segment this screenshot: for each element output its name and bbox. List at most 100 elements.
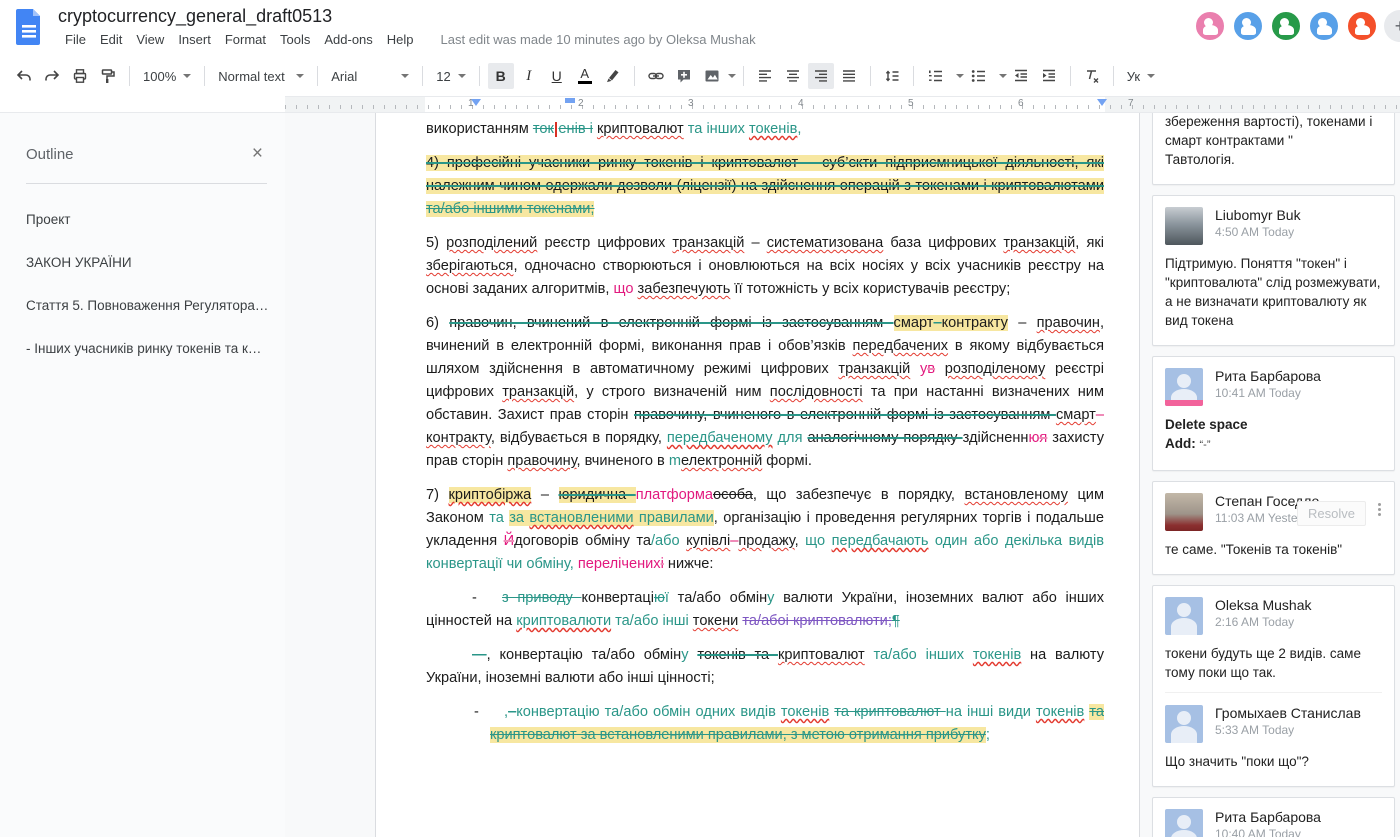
chevron-down-icon[interactable]	[956, 74, 964, 78]
bold-button[interactable]: B	[488, 63, 514, 89]
comment-timestamp: 5:33 AM Today	[1215, 722, 1361, 738]
zoom-select[interactable]: 100%	[137, 63, 197, 89]
collaborator-avatars: +	[1184, 10, 1400, 42]
document-body[interactable]: використанням токенів і криптовалют та і…	[375, 113, 1140, 837]
collaborator-avatar-dolphin[interactable]	[1308, 10, 1340, 42]
paragraph[interactable]: -з приводу конвертаціюї та/або обміну ва…	[426, 587, 1104, 633]
document-title[interactable]: cryptocurrency_general_draft0513	[58, 5, 756, 27]
comment-text: Delete space Add: “-”	[1165, 415, 1382, 455]
insert-comment-button[interactable]	[671, 63, 697, 89]
clear-formatting-button[interactable]	[1079, 63, 1105, 89]
redo-button[interactable]	[39, 63, 65, 89]
comments-panel: збереження вартості), токенами і смарт к…	[1147, 113, 1400, 837]
comment-author: Громыхаев Станислав	[1215, 705, 1361, 722]
menu-bar: File Edit View Insert Format Tools Add-o…	[58, 29, 756, 50]
kebab-menu-icon[interactable]	[1378, 503, 1381, 506]
avatar	[1165, 493, 1203, 531]
paragraph[interactable]: 7) криптобіржа – юридична платформаособа…	[426, 484, 1104, 576]
line-spacing-button[interactable]	[879, 63, 905, 89]
comment-timestamp: 2:16 AM Today	[1215, 614, 1311, 630]
input-language-select[interactable]: Ук	[1121, 63, 1161, 89]
paragraph[interactable]: використанням токенів і криптовалют та і…	[426, 118, 1104, 141]
paragraph[interactable]: -,–конвертацію та/або обмін одних видів …	[490, 701, 1104, 747]
first-line-indent-marker[interactable]	[565, 98, 575, 103]
chevron-down-icon	[458, 74, 466, 78]
comment-timestamp: 4:50 AM Today	[1215, 224, 1301, 240]
outline-title: Outline	[26, 146, 74, 163]
outline-item-zakon[interactable]: ЗАКОН УКРАЇНИ	[26, 241, 267, 284]
print-button[interactable]	[67, 63, 93, 89]
comment-author: Рита Барбарова	[1215, 368, 1321, 385]
outline-item-inshyh[interactable]: - Інших учасників ринку токенів та к…	[26, 327, 267, 370]
menu-file[interactable]: File	[58, 29, 93, 50]
comment-timestamp: 10:41 AM Today	[1215, 385, 1321, 401]
font-family-select[interactable]: Arial	[325, 63, 415, 89]
ruler[interactable]: 1234567	[285, 96, 1400, 112]
bulleted-list-button[interactable]	[965, 63, 991, 89]
paragraph[interactable]: 4) професійні учасники ринку токенів і к…	[426, 152, 1104, 221]
align-center-button[interactable]	[780, 63, 806, 89]
menu-insert[interactable]: Insert	[171, 29, 218, 50]
document-canvas: використанням токенів і криптовалют та і…	[285, 113, 1147, 837]
comment-author: Рита Барбарова	[1215, 809, 1321, 826]
decrease-indent-button[interactable]	[1008, 63, 1034, 89]
outline-item-stattia5[interactable]: Стаття 5. Повноваження Регулятора…	[26, 284, 267, 327]
menu-help[interactable]: Help	[380, 29, 421, 50]
paragraph[interactable]: —, конвертацію та/або обміну токенів та …	[426, 644, 1104, 690]
comment-text: Що значить "поки що"?	[1165, 752, 1382, 771]
avatar	[1165, 597, 1203, 635]
undo-button[interactable]	[11, 63, 37, 89]
right-indent-marker[interactable]	[1097, 99, 1107, 106]
last-edit-status[interactable]: Last edit was made 10 minutes ago by Ole…	[441, 32, 756, 47]
outline-item-proekt[interactable]: Проект	[26, 198, 267, 241]
collaborator-avatar-duck[interactable]	[1346, 10, 1378, 42]
chevron-down-icon	[1147, 74, 1155, 78]
avatar	[1165, 809, 1203, 837]
comment-text: збереження вартості), токенами і смарт к…	[1165, 113, 1382, 169]
comment-text: Підтримую. Поняття "токен" і "криптовалю…	[1165, 254, 1382, 330]
numbered-list-button[interactable]	[922, 63, 948, 89]
app-header: cryptocurrency_general_draft0513 File Ed…	[0, 0, 1400, 56]
menu-format[interactable]: Format	[218, 29, 273, 50]
comment-author: Oleksa Mushak	[1215, 597, 1311, 614]
chevron-down-icon	[296, 74, 304, 78]
justify-button[interactable]	[836, 63, 862, 89]
paragraph-style-select[interactable]: Normal text	[212, 63, 310, 89]
collaborator-avatar-bird[interactable]	[1270, 10, 1302, 42]
comment-card[interactable]: Рита Барбарова10:40 AM TodayReplace: “ї”…	[1152, 797, 1395, 837]
comment-card[interactable]: Liubomyr Buk4:50 AM TodayПідтримую. Поня…	[1152, 195, 1395, 346]
avatar	[1165, 368, 1203, 406]
chevron-down-icon[interactable]	[728, 74, 736, 78]
comment-card[interactable]: Степан Госедло11:03 AM YesterdayResolveт…	[1152, 481, 1395, 575]
comment-card[interactable]: Oleksa Mushak2:16 AM Todayтокени будуть …	[1152, 585, 1395, 787]
chevron-down-icon[interactable]	[999, 74, 1007, 78]
increase-indent-button[interactable]	[1036, 63, 1062, 89]
insert-image-button[interactable]	[699, 63, 725, 89]
text-color-button[interactable]: A	[572, 63, 598, 89]
paragraph[interactable]: 5) розподілений реєстр цифрових транзакц…	[426, 232, 1104, 301]
highlight-color-button[interactable]	[600, 63, 626, 89]
italic-button[interactable]: I	[516, 63, 542, 89]
avatar	[1165, 207, 1203, 245]
collaborator-avatar-cat[interactable]	[1232, 10, 1264, 42]
comment-card[interactable]: збереження вартості), токенами і смарт к…	[1152, 113, 1395, 185]
comment-card[interactable]: Рита Барбарова10:41 AM Today Delete space…	[1152, 356, 1395, 471]
align-left-button[interactable]	[752, 63, 778, 89]
align-right-button[interactable]	[808, 63, 834, 89]
underline-button[interactable]: U	[544, 63, 570, 89]
menu-edit[interactable]: Edit	[93, 29, 129, 50]
menu-view[interactable]: View	[129, 29, 171, 50]
chevron-down-icon	[401, 74, 409, 78]
collaborator-avatar-hedgehog[interactable]	[1194, 10, 1226, 42]
close-icon[interactable]: ×	[248, 143, 267, 165]
insert-link-button[interactable]	[643, 63, 669, 89]
paint-format-button[interactable]	[95, 63, 121, 89]
paragraph[interactable]: 6) правочин, вчинений в електронній форм…	[426, 312, 1104, 473]
menu-tools[interactable]: Tools	[273, 29, 317, 50]
font-size-select[interactable]: 12	[430, 63, 471, 89]
resolve-button[interactable]: Resolve	[1297, 501, 1366, 526]
docs-logo-icon[interactable]	[14, 8, 44, 51]
comment-timestamp: 10:40 AM Today	[1215, 826, 1321, 837]
menu-addons[interactable]: Add-ons	[317, 29, 379, 50]
add-collaborator-button[interactable]: +	[1384, 10, 1400, 42]
